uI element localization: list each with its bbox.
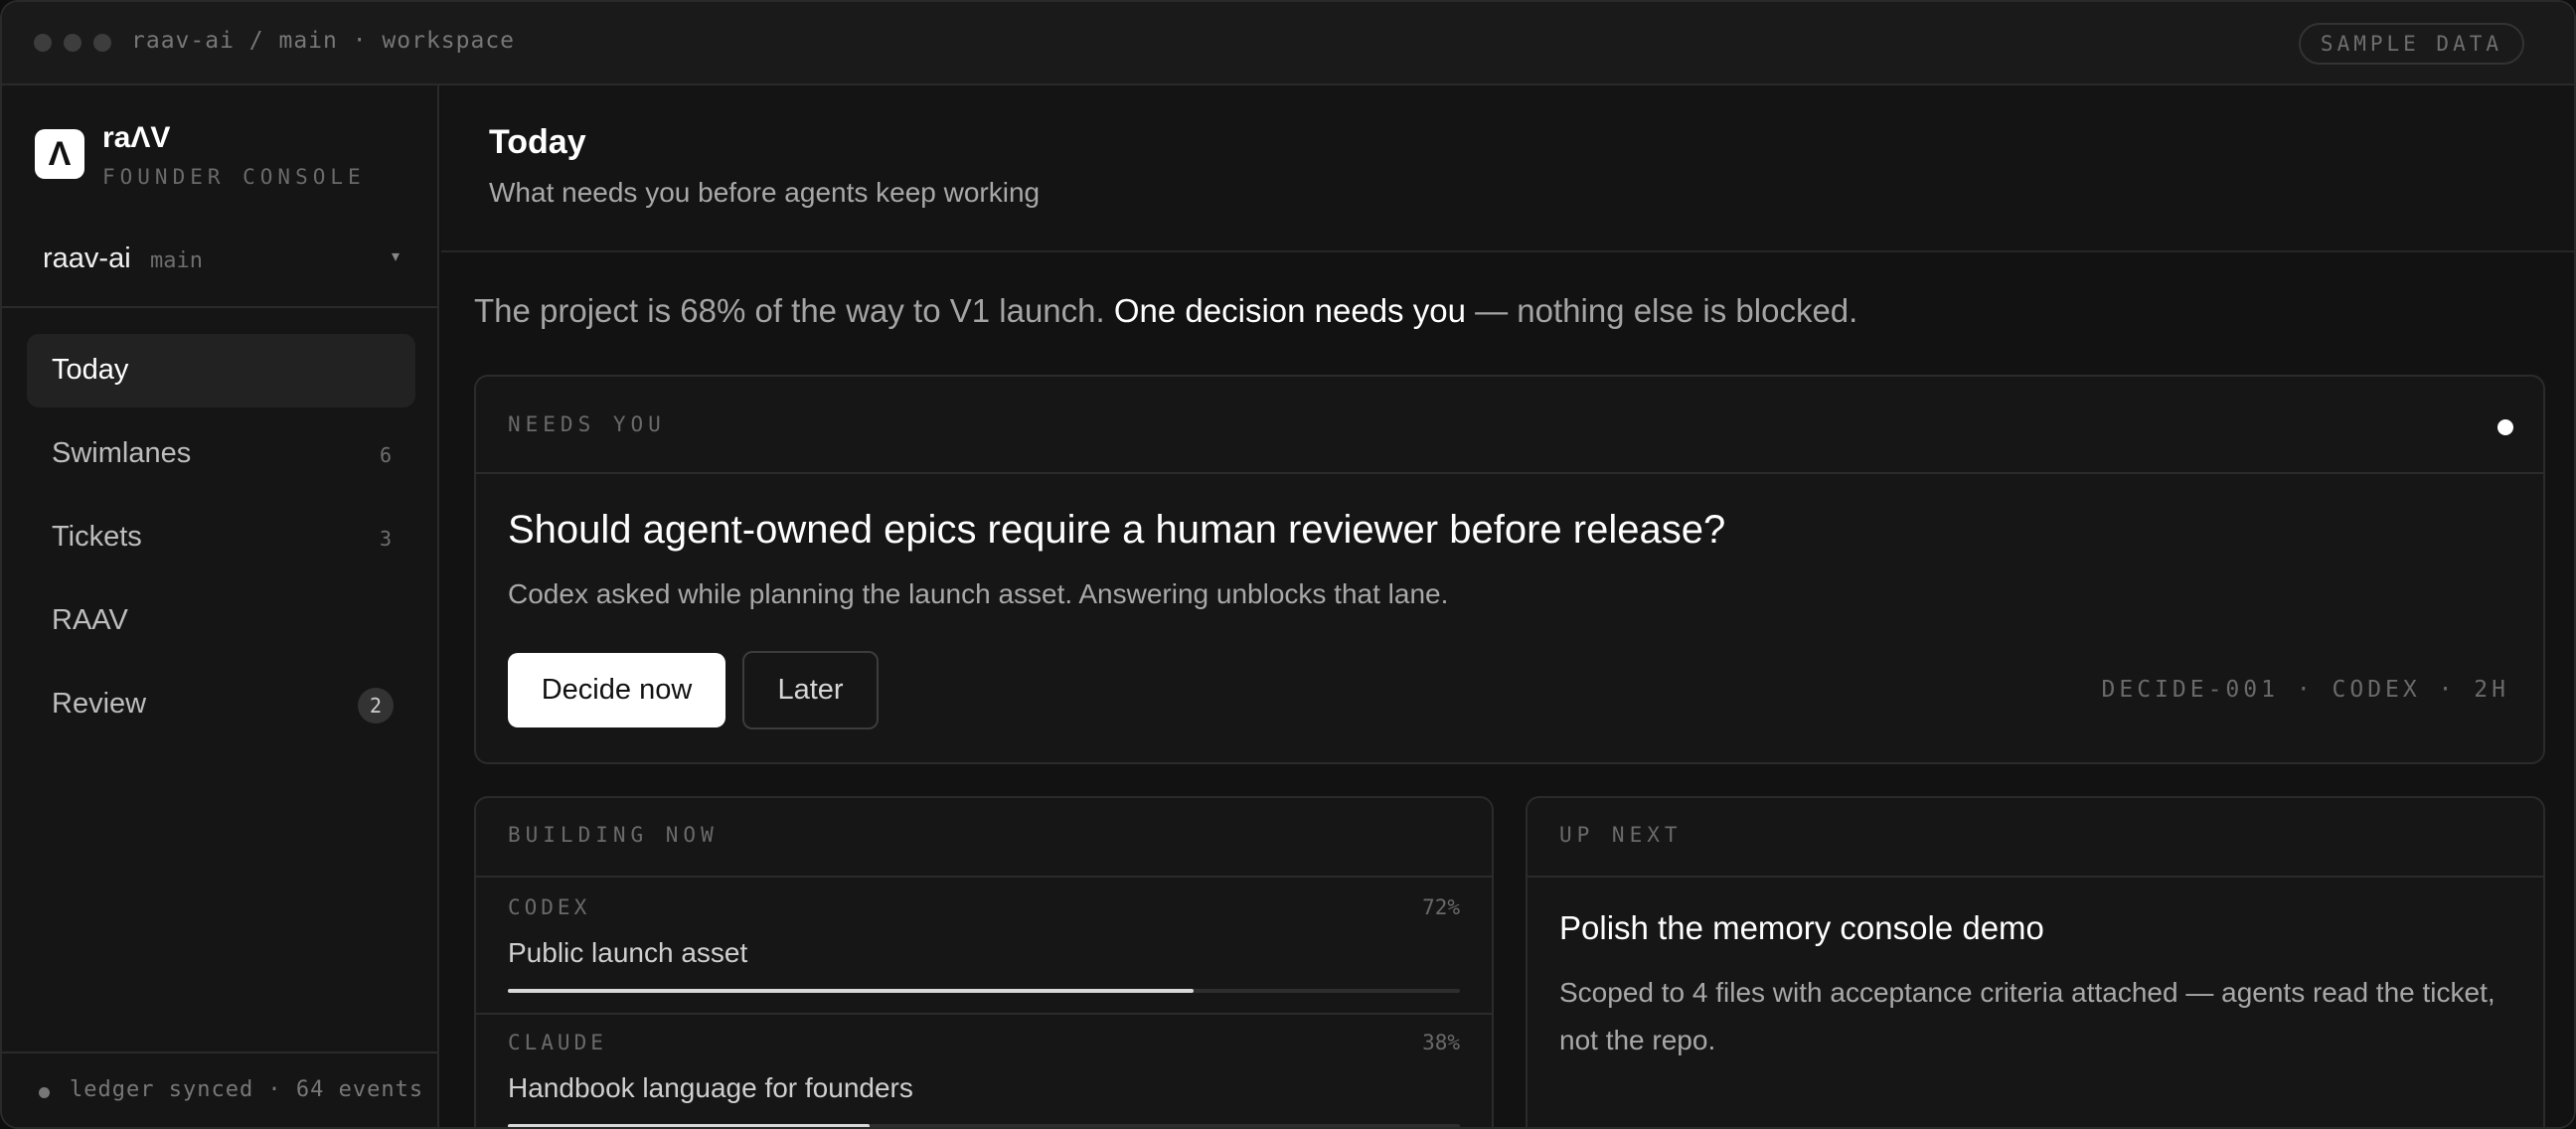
maximize-window-dot[interactable]	[93, 34, 111, 52]
up-next-description: Scoped to 4 files with acceptance criter…	[1559, 977, 2496, 1055]
sidebar-item-swimlanes[interactable]: Swimlanes 6	[27, 417, 415, 491]
attention-dot-icon	[2497, 419, 2513, 435]
task-progress-bar	[508, 989, 1460, 993]
up-next-label: UP NEXT	[1559, 823, 1683, 847]
workspace-path: raav-ai / main · workspace	[131, 28, 516, 54]
sample-data-badge: SAMPLE DATA	[2298, 23, 2524, 65]
building-now-card: BUILDING NOW CODEX 72% Public launch ass…	[474, 796, 1494, 1127]
sidebar-item-label: RAAV	[52, 604, 128, 636]
project-branch: main	[150, 248, 203, 273]
task-row[interactable]: CLAUDE 38% Handbook language for founder…	[476, 1015, 1492, 1127]
title-bar: raav-ai / main · workspace SAMPLE DATA	[2, 2, 2574, 85]
close-window-dot[interactable]	[34, 34, 52, 52]
task-progress-fill	[508, 1124, 871, 1127]
task-name: Public launch asset	[508, 937, 748, 968]
later-button[interactable]: Later	[742, 651, 879, 729]
needs-you-header: NEEDS YOU	[476, 377, 2543, 474]
minimize-window-dot[interactable]	[64, 34, 81, 52]
decision-description: Codex asked while planning the launch as…	[508, 578, 1449, 609]
sidebar-item-label: Tickets	[52, 521, 142, 553]
sidebar-item-raav[interactable]: RAAV	[27, 584, 415, 658]
project-selector[interactable]: raav-ai main ▾	[2, 225, 437, 308]
building-now-label: BUILDING NOW	[508, 823, 719, 847]
sidebar-item-count: 6	[379, 443, 392, 467]
sync-status: ledger synced · 64 events	[2, 1051, 437, 1127]
needs-you-card: NEEDS YOU Should agent-owned epics requi…	[474, 375, 2545, 764]
sidebar-item-today[interactable]: Today	[27, 334, 415, 407]
building-now-header: BUILDING NOW	[476, 798, 1492, 878]
sidebar-item-review[interactable]: Review 2	[27, 668, 415, 741]
task-percent: 72%	[1422, 895, 1460, 919]
sidebar-item-count: 3	[379, 527, 392, 551]
progress-summary: The project is 68% of the way to V1 laun…	[474, 292, 1857, 330]
main-content: Today What needs you before agents keep …	[441, 85, 2574, 1127]
up-next-header: UP NEXT	[1528, 798, 2543, 878]
decide-now-button[interactable]: Decide now	[508, 653, 725, 727]
summary-lead: The project is 68% of the way to V1 laun…	[474, 292, 1114, 329]
chevron-down-icon: ▾	[391, 248, 400, 265]
sync-status-text: ledger synced · 64 events	[70, 1077, 424, 1102]
logo-icon: Λ	[35, 129, 84, 179]
sidebar-item-label: Swimlanes	[52, 437, 192, 469]
sidebar-item-label: Today	[52, 354, 129, 386]
brand-name: raΛV	[102, 121, 171, 154]
up-next-title[interactable]: Polish the memory console demo	[1559, 909, 2044, 947]
up-next-card: UP NEXT Polish the memory console demo S…	[1526, 796, 2545, 1127]
page-subtitle: What needs you before agents keep workin…	[489, 177, 1041, 208]
page-header: Today What needs you before agents keep …	[441, 85, 2574, 252]
task-row[interactable]: CODEX 72% Public launch asset	[476, 880, 1492, 1015]
sidebar-nav: Today Swimlanes 6 Tickets 3 RAAV Review …	[27, 334, 415, 751]
task-progress-fill	[508, 989, 1194, 993]
brand-subtitle: FOUNDER CONSOLE	[102, 165, 366, 189]
window-controls	[34, 34, 111, 52]
needs-you-label: NEEDS YOU	[508, 412, 666, 436]
sidebar-item-tickets[interactable]: Tickets 3	[27, 501, 415, 574]
app-window: raav-ai / main · workspace SAMPLE DATA Λ…	[0, 0, 2576, 1129]
summary-tail: — nothing else is blocked.	[1465, 292, 1858, 329]
task-percent: 38%	[1422, 1031, 1460, 1054]
page-title: Today	[489, 123, 586, 161]
task-agent: CODEX	[508, 895, 591, 919]
project-name: raav-ai	[43, 242, 131, 274]
decision-question: Should agent-owned epics require a human…	[508, 508, 1726, 552]
summary-highlight: One decision needs you	[1113, 292, 1466, 329]
task-progress-bar	[508, 1124, 1460, 1127]
sidebar: Λ raΛV FOUNDER CONSOLE raav-ai main ▾ To…	[2, 85, 439, 1127]
sync-status-dot-icon	[39, 1087, 50, 1098]
sidebar-item-label: Review	[52, 688, 147, 720]
review-count-badge: 2	[358, 688, 394, 724]
decision-meta: DECIDE-001 · CODEX · 2H	[2101, 677, 2509, 703]
task-agent: CLAUDE	[508, 1031, 607, 1054]
task-name: Handbook language for founders	[508, 1072, 913, 1103]
